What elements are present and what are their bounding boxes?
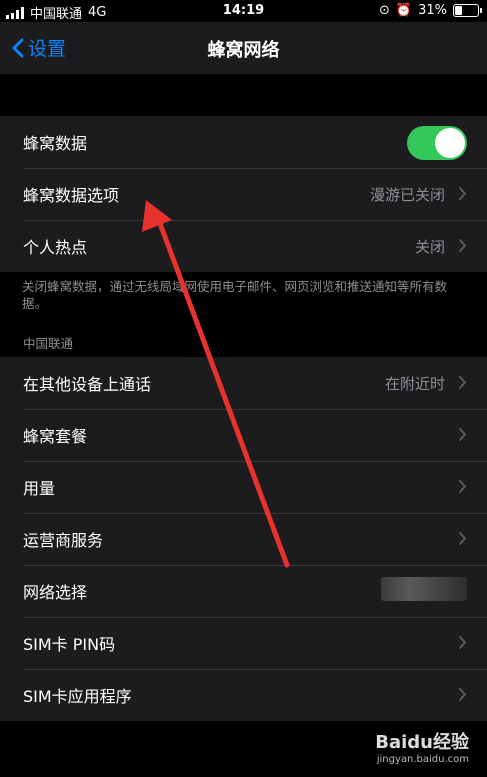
row-label: SIM卡应用程序 bbox=[23, 687, 132, 706]
row-calls-other-devices[interactable]: 在其他设备上通话 在附近时 bbox=[0, 357, 487, 409]
row-carrier-services[interactable]: 运营商服务 bbox=[0, 513, 487, 565]
row-value: 在附近时 bbox=[384, 374, 445, 393]
row-cellular-data-options[interactable]: 蜂窝数据选项 漫游已关闭 bbox=[0, 168, 487, 220]
row-label: 蜂窝数据选项 bbox=[23, 186, 120, 205]
battery-percent: 31% bbox=[418, 3, 447, 18]
row-label: 用量 bbox=[23, 479, 56, 498]
chevron-right-icon bbox=[459, 532, 467, 545]
carrier-group: 在其他设备上通话 在附近时 蜂窝套餐 用量 运营商服务 网络选择 SIM卡 PI… bbox=[0, 357, 487, 721]
chevron-right-icon bbox=[459, 187, 467, 200]
cellular-data-toggle[interactable] bbox=[407, 126, 467, 160]
cellular-group: 蜂窝数据 蜂窝数据选项 漫游已关闭 个人热点 关闭 bbox=[0, 116, 487, 272]
rotation-lock-icon: ⊙ bbox=[379, 3, 390, 18]
row-label: 运营商服务 bbox=[23, 531, 104, 550]
row-personal-hotspot[interactable]: 个人热点 关闭 bbox=[0, 220, 487, 272]
watermark-url: jingyan.baidu.com bbox=[376, 754, 469, 765]
alarm-icon: ⏰ bbox=[395, 3, 413, 18]
row-label: 网络选择 bbox=[23, 583, 88, 602]
spacer bbox=[0, 74, 487, 116]
chevron-right-icon bbox=[459, 636, 467, 649]
battery-icon bbox=[453, 4, 482, 17]
row-cellular-plan[interactable]: 蜂窝套餐 bbox=[0, 409, 487, 461]
chevron-right-icon bbox=[459, 480, 467, 493]
redacted-value bbox=[381, 577, 467, 601]
row-sim-pin[interactable]: SIM卡 PIN码 bbox=[0, 617, 487, 669]
toggle-knob bbox=[435, 128, 465, 158]
row-value: 漫游已关闭 bbox=[369, 185, 445, 204]
chevron-right-icon bbox=[459, 376, 467, 389]
row-label: 个人热点 bbox=[23, 238, 88, 257]
row-usage[interactable]: 用量 bbox=[0, 461, 487, 513]
row-value: 关闭 bbox=[414, 237, 445, 256]
chevron-right-icon bbox=[459, 239, 467, 252]
status-bar: 中国联通 4G 14:19 ⊙ ⏰ 31% bbox=[0, 0, 487, 22]
row-label: 在其他设备上通话 bbox=[23, 375, 152, 394]
row-label: 蜂窝套餐 bbox=[23, 427, 88, 446]
carrier-section-header: 中国联通 bbox=[23, 336, 74, 351]
row-network-selection[interactable]: 网络选择 bbox=[0, 565, 487, 617]
row-cellular-data[interactable]: 蜂窝数据 bbox=[0, 116, 487, 168]
row-label: 蜂窝数据 bbox=[23, 134, 88, 153]
baidu-watermark: Baidu经验 jingyan.baidu.com bbox=[375, 728, 469, 765]
row-label: SIM卡 PIN码 bbox=[23, 635, 116, 654]
chevron-right-icon bbox=[459, 428, 467, 441]
cellular-footnote: 关闭蜂窝数据，通过无线局域网使用电子邮件、网页浏览和推送通知等所有数据。 bbox=[22, 279, 448, 311]
navigation-bar: 设置 蜂窝网络 bbox=[0, 22, 487, 74]
page-title: 蜂窝网络 bbox=[207, 40, 280, 61]
chevron-right-icon bbox=[459, 688, 467, 701]
row-sim-applications[interactable]: SIM卡应用程序 bbox=[0, 669, 487, 721]
watermark-brand: Baidu经验 bbox=[375, 732, 469, 753]
